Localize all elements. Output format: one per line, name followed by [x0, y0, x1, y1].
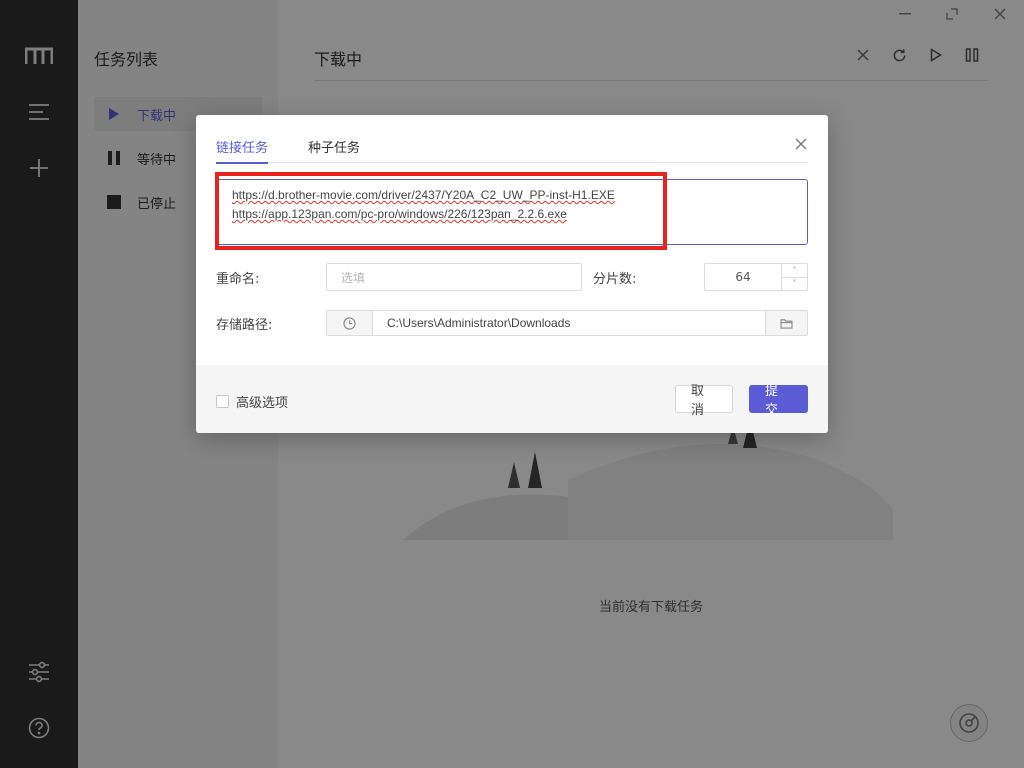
rename-label: 重命名:: [216, 272, 260, 287]
folder-icon[interactable]: [765, 311, 807, 335]
stepper-buttons[interactable]: ˄ ˅: [781, 264, 807, 290]
tab-link-task[interactable]: 链接任务: [216, 133, 269, 164]
advanced-options-label: 高级选项: [236, 396, 289, 411]
advanced-options-checkbox[interactable]: 高级选项: [216, 392, 288, 411]
new-task-dialog: 链接任务 种子任务 https://d.brother-movie.com/dr…: [196, 115, 828, 433]
chevron-down-icon[interactable]: ˅: [782, 278, 807, 291]
submit-button[interactable]: 提 交: [749, 384, 808, 418]
tab-torrent-task[interactable]: 种子任务: [308, 133, 360, 163]
chevron-up-icon[interactable]: ˄: [782, 264, 807, 278]
dialog-tabs: 链接任务 种子任务: [216, 133, 808, 164]
cancel-button[interactable]: 取 消: [675, 384, 733, 418]
dialog-footer: 高级选项 取 消 提 交: [196, 365, 828, 433]
save-path-input[interactable]: C:\Users\Administrator\Downloads: [373, 311, 765, 335]
split-count-stepper[interactable]: 64 ˄ ˅: [704, 263, 808, 291]
annotation-highlight-box: [215, 172, 667, 250]
dialog-close-icon[interactable]: [792, 135, 810, 153]
rename-input[interactable]: 选填: [326, 263, 582, 291]
save-path-label: 存储路径:: [216, 318, 273, 333]
history-icon[interactable]: [327, 311, 373, 335]
split-count-label: 分片数:: [593, 272, 637, 287]
checkbox-box[interactable]: [216, 395, 229, 408]
split-count-value: 64: [735, 270, 751, 284]
save-path-field: C:\Users\Administrator\Downloads: [326, 310, 808, 336]
